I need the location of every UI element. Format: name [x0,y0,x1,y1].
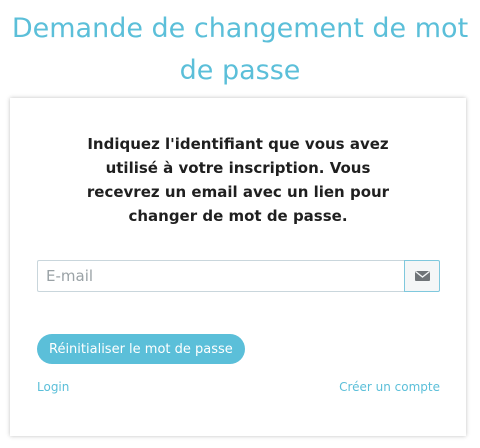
create-account-link[interactable]: Créer un compte [339,380,440,394]
envelope-icon [404,260,440,292]
page-title: Demande de changement de mot de passe [11,13,469,86]
login-link[interactable]: Login [37,380,69,394]
password-reset-card: Indiquez l'identifiant que vous avez uti… [10,98,466,436]
instructions-text: Indiquez l'identifiant que vous avez uti… [86,135,390,225]
reset-password-button[interactable]: Réinitialiser le mot de passe [37,334,245,364]
email-input-group [37,260,440,292]
email-field[interactable] [37,260,404,292]
